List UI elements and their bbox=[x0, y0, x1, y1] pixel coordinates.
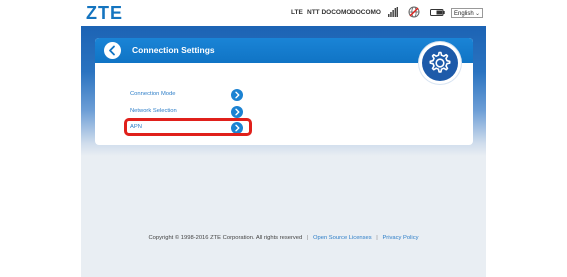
battery-icon bbox=[430, 9, 445, 16]
zte-logo: ZTE bbox=[86, 3, 123, 23]
open-source-licenses-link[interactable]: Open Source Licenses bbox=[313, 235, 372, 241]
footer-separator: | bbox=[306, 235, 309, 241]
settings-card: Connection Settings Connection Mode Netw… bbox=[95, 38, 473, 145]
top-bar: ZTE LTE NTT DOCOMO DOCOMO English ⌄ bbox=[81, 0, 486, 26]
globe-icon bbox=[408, 6, 420, 18]
router-web-ui: ZTE LTE NTT DOCOMO DOCOMO English ⌄ Conn… bbox=[81, 0, 486, 277]
page-title: Connection Settings bbox=[132, 45, 215, 55]
language-selected: English bbox=[454, 11, 474, 17]
back-button[interactable] bbox=[104, 42, 121, 59]
privacy-policy-link[interactable]: Privacy Policy bbox=[382, 235, 418, 241]
language-select[interactable]: English ⌄ bbox=[451, 8, 483, 18]
menu-item-connection-mode[interactable]: Connection Mode bbox=[130, 88, 250, 102]
footer: Copyright © 1998-2016 ZTE Corporation. A… bbox=[81, 235, 486, 241]
chevron-left-icon bbox=[109, 45, 115, 56]
gear-icon bbox=[429, 51, 451, 73]
network-type: LTE bbox=[291, 9, 303, 16]
chevron-right-icon[interactable] bbox=[231, 106, 243, 118]
chevron-right-icon[interactable] bbox=[231, 89, 243, 101]
menu-item-network-selection[interactable]: Network Selection bbox=[130, 105, 250, 119]
settings-badge bbox=[419, 42, 461, 84]
card-header: Connection Settings bbox=[95, 38, 473, 63]
operator-short-name: DOCOMO bbox=[351, 9, 381, 16]
signal-bars-icon bbox=[388, 7, 398, 17]
copyright-text: Copyright © 1998-2016 ZTE Corporation. A… bbox=[148, 235, 303, 241]
footer-separator: | bbox=[376, 235, 378, 241]
chevron-down-icon: ⌄ bbox=[474, 11, 480, 17]
apn-highlight-box bbox=[124, 118, 252, 136]
menu-item-label[interactable]: Connection Mode bbox=[130, 91, 175, 97]
operator-name: NTT DOCOMO bbox=[307, 9, 352, 16]
menu-item-label[interactable]: Network Selection bbox=[130, 108, 177, 114]
